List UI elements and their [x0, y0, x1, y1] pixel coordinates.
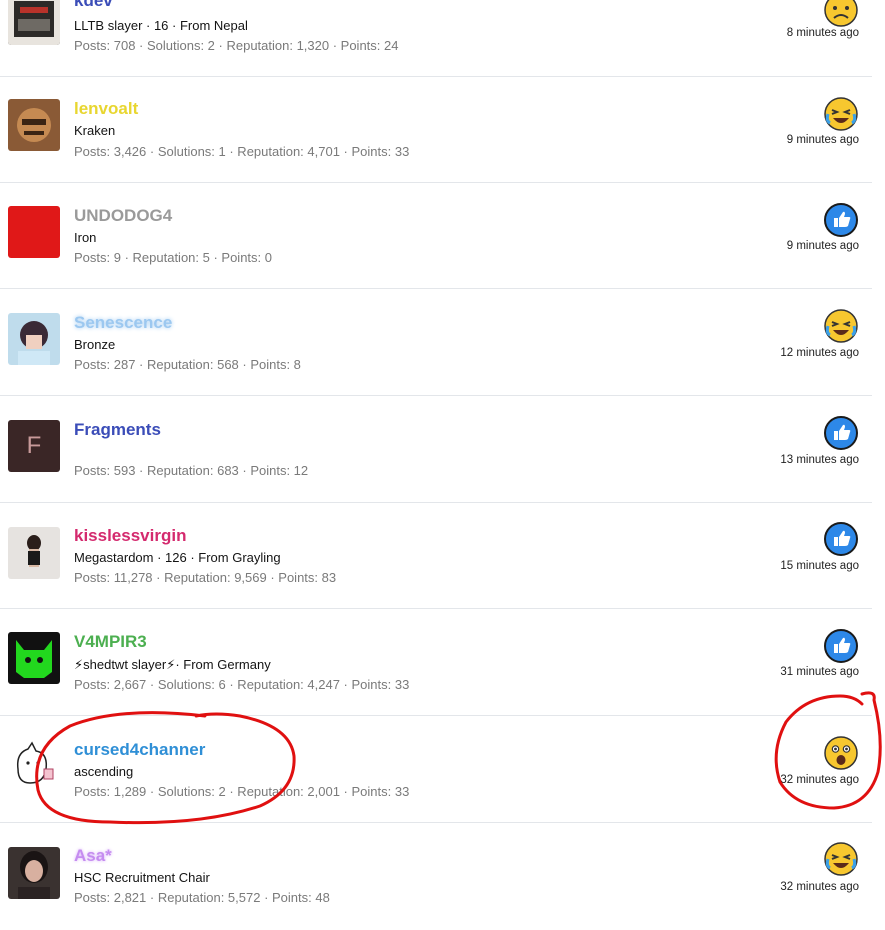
user-title: LLTB slayer · 16 · From Nepal [74, 18, 248, 33]
user-title: Iron [74, 230, 97, 245]
username-link[interactable]: UNDODOG4 [74, 206, 172, 226]
user-title: ascending [74, 764, 134, 779]
user-stats: Posts: 1,289 · Solutions: 2 · Reputation… [74, 784, 410, 799]
laugh-reaction-icon[interactable] [824, 309, 858, 343]
avatar[interactable] [8, 739, 60, 791]
list-item: Asa* HSC Recruitment Chair Posts: 2,821 … [0, 824, 872, 930]
user-title: ⚡shedtwt slayer⚡· From Germany [74, 657, 271, 672]
timestamp: 9 minutes ago [786, 134, 859, 146]
timestamp: 9 minutes ago [786, 240, 859, 252]
timestamp: 13 minutes ago [780, 454, 859, 466]
laugh-reaction-icon[interactable] [824, 97, 858, 131]
user-title: Megastardom · 126 · From Grayling [74, 550, 281, 565]
list-item: kisslessvirgin Megastardom · 126 · From … [0, 503, 872, 609]
like-reaction-icon[interactable] [824, 416, 858, 450]
avatar[interactable] [8, 99, 60, 151]
user-title: Kraken [74, 123, 116, 138]
list-item: lenvoalt Kraken Posts: 3,426 · Solutions… [0, 77, 872, 183]
avatar[interactable] [8, 847, 60, 899]
like-reaction-icon[interactable] [824, 629, 858, 663]
wow-reaction-icon[interactable] [824, 736, 858, 770]
username-link[interactable]: V4MPIR3 [74, 632, 147, 652]
list-item: F Fragments Posts: 593 · Reputation: 683… [0, 397, 872, 503]
list-item: UNDODOG4 Iron Posts: 9 · Reputation: 5 ·… [0, 183, 872, 289]
avatar[interactable] [8, 206, 60, 258]
timestamp: 8 minutes ago [786, 27, 859, 39]
like-reaction-icon[interactable] [824, 203, 858, 237]
user-title: Bronze [74, 337, 116, 352]
username-link[interactable]: Asa* [74, 846, 112, 866]
timestamp: 32 minutes ago [780, 774, 859, 786]
avatar[interactable] [8, 0, 60, 45]
timestamp: 32 minutes ago [780, 881, 859, 893]
user-stats: Posts: 287 · Reputation: 568 · Points: 8 [74, 357, 301, 372]
list-item: cursed4channer ascending Posts: 1,289 · … [0, 717, 872, 823]
user-stats: Posts: 9 · Reputation: 5 · Points: 0 [74, 250, 272, 265]
user-stats: Posts: 593 · Reputation: 683 · Points: 1… [74, 463, 309, 478]
user-stats: Posts: 2,667 · Solutions: 6 · Reputation… [74, 677, 410, 692]
list-item: V4MPIR3 ⚡shedtwt slayer⚡· From Germany P… [0, 610, 872, 716]
username-link[interactable]: cursed4channer [74, 740, 205, 760]
sad-reaction-icon[interactable] [824, 0, 858, 27]
username-link[interactable]: Senescence [74, 313, 172, 333]
username-link[interactable]: kdev [74, 0, 113, 11]
timestamp: 31 minutes ago [780, 666, 859, 678]
user-stats: Posts: 2,821 · Reputation: 5,572 · Point… [74, 890, 330, 905]
avatar[interactable]: F [8, 420, 60, 472]
avatar-letter: F [26, 432, 42, 459]
laugh-reaction-icon[interactable] [824, 842, 858, 876]
avatar[interactable] [8, 632, 60, 684]
user-stats: Posts: 11,278 · Reputation: 9,569 · Poin… [74, 570, 337, 585]
avatar[interactable] [8, 313, 60, 365]
username-link[interactable]: lenvoalt [74, 99, 138, 119]
user-title: HSC Recruitment Chair [74, 870, 210, 885]
list-item: Senescence Bronze Posts: 287 · Reputatio… [0, 290, 872, 396]
avatar[interactable] [8, 527, 60, 579]
user-stats: Posts: 708 · Solutions: 2 · Reputation: … [74, 38, 399, 53]
user-stats: Posts: 3,426 · Solutions: 1 · Reputation… [74, 144, 410, 159]
username-link[interactable]: kisslessvirgin [74, 526, 186, 546]
list-item: kdev LLTB slayer · 16 · From Nepal Posts… [0, 0, 872, 77]
timestamp: 15 minutes ago [780, 560, 859, 572]
username-link[interactable]: Fragments [74, 420, 161, 440]
timestamp: 12 minutes ago [780, 347, 859, 359]
like-reaction-icon[interactable] [824, 522, 858, 556]
